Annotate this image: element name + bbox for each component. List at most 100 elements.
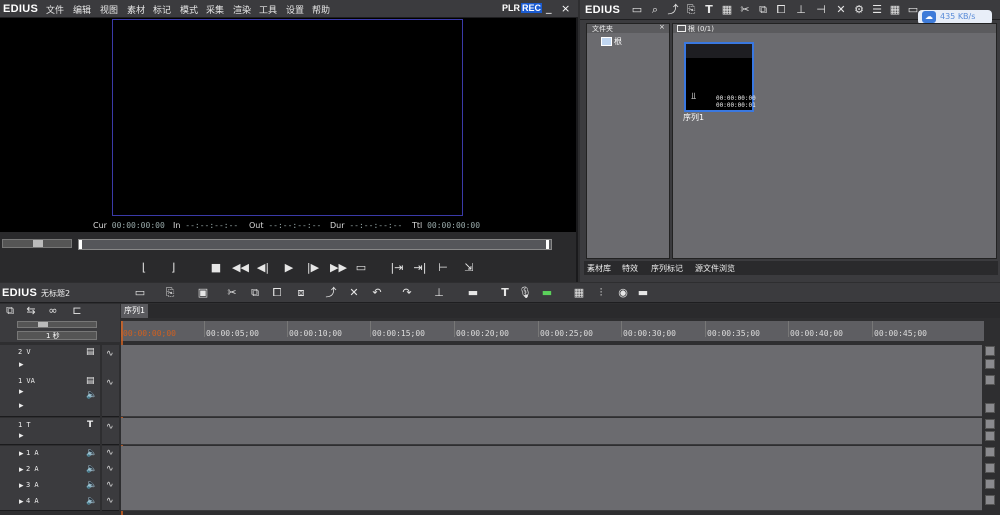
render-icon[interactable]: ▬	[540, 286, 554, 300]
track-1a[interactable]	[121, 446, 982, 463]
minimize-button[interactable]: _	[546, 1, 552, 14]
open-clip-icon[interactable]: ⎘	[684, 3, 698, 17]
search-icon[interactable]: ⌕	[648, 3, 662, 17]
menu-capture[interactable]: 采集	[206, 3, 224, 16]
overwrite-icon[interactable]: ⇥|	[413, 261, 427, 275]
sync-lock-3a[interactable]: ∿	[102, 478, 119, 495]
copy-icon[interactable]: ⧉	[756, 3, 770, 17]
sync-lock-2v[interactable]: ∿	[102, 345, 119, 375]
group-icon[interactable]: ⊏	[70, 304, 84, 318]
sync-lock-1t[interactable]: ∿	[102, 418, 119, 445]
track-header-1a[interactable]: ▸ 1 A 🔈	[0, 446, 100, 463]
trim-icon[interactable]: ▬	[466, 286, 480, 300]
up-icon[interactable]: ⤴	[666, 3, 680, 17]
rewind-icon[interactable]: ◀◀	[232, 261, 249, 275]
scroll-button[interactable]	[985, 447, 995, 457]
track-3a[interactable]	[121, 478, 982, 495]
menu-edit[interactable]: 编辑	[73, 3, 91, 16]
track-4a[interactable]	[121, 494, 982, 511]
stop-icon[interactable]: ■	[209, 261, 223, 275]
track-2v[interactable]	[121, 345, 982, 375]
sequence-clip-thumbnail[interactable]: ⫫ 00:00:00:00 00:00:00:01	[684, 42, 756, 112]
scroll-button[interactable]	[985, 479, 995, 489]
tab-bin[interactable]: 素材库	[587, 263, 611, 274]
track-header-2v[interactable]: 2 V ▤ ▸	[0, 345, 100, 375]
copy-icon[interactable]: ⧉	[248, 286, 262, 300]
menu-help[interactable]: 帮助	[312, 3, 330, 16]
cut-icon[interactable]: ✂	[225, 286, 239, 300]
close-button[interactable]: ×	[561, 2, 570, 15]
monitor-icon[interactable]: ▬	[636, 286, 650, 300]
delete-icon[interactable]: ✕	[834, 3, 848, 17]
mixer-icon[interactable]: ⫶	[594, 286, 608, 300]
title-icon[interactable]: T	[498, 286, 512, 300]
expand-icon[interactable]: ▸	[19, 465, 24, 475]
menu-clip[interactable]: 素材	[127, 3, 145, 16]
scroll-button[interactable]	[985, 431, 995, 441]
undo-icon[interactable]: ↶	[370, 286, 384, 300]
timeline-ruler[interactable]: 00:00:00;00 00:00:05;00 00:00:10;00 00:0…	[121, 321, 984, 341]
title-track-icon[interactable]: T	[87, 420, 93, 430]
video-track-icon[interactable]: ▤	[86, 376, 95, 386]
title-icon[interactable]: T	[702, 3, 716, 17]
video-track-icon[interactable]: ▤	[86, 347, 95, 357]
step-forward-icon[interactable]: |▶	[306, 261, 320, 275]
color-bar-icon[interactable]: ▦	[720, 3, 734, 17]
menu-mode[interactable]: 模式	[180, 3, 198, 16]
expand-icon[interactable]: ▸	[19, 497, 24, 507]
tab-source-browser[interactable]: 源文件浏览	[695, 263, 735, 274]
menu-settings[interactable]: 设置	[286, 3, 304, 16]
add-marker-icon[interactable]: ⊥	[432, 286, 446, 300]
cut-icon[interactable]: ✂	[738, 3, 752, 17]
new-icon[interactable]: ▭	[133, 286, 147, 300]
speaker-icon[interactable]: 🔈	[86, 464, 97, 474]
sync-lock-1va[interactable]: ∿	[102, 374, 119, 417]
track-1va[interactable]	[121, 374, 982, 417]
loop-icon[interactable]: ▭	[354, 261, 368, 275]
open-project-icon[interactable]: ⎘	[163, 286, 177, 300]
sync-lock-4a[interactable]: ∿	[102, 494, 119, 511]
paste-icon[interactable]: ⧠	[774, 3, 788, 17]
track-header-1t[interactable]: 1 T T ▸	[0, 418, 100, 445]
expand-icon[interactable]: ▸	[19, 449, 24, 459]
trim-icon[interactable]: ⊣	[814, 3, 828, 17]
menu-file[interactable]: 文件	[46, 3, 64, 16]
scroll-button[interactable]	[985, 463, 995, 473]
expand-icon[interactable]: ▸	[19, 481, 24, 491]
scrubber-end-handle[interactable]	[546, 240, 549, 249]
tab-effects[interactable]: 特效	[622, 263, 638, 274]
scroll-button[interactable]	[985, 359, 995, 369]
sync-lock-2a[interactable]: ∿	[102, 462, 119, 479]
ripple-icon[interactable]: ⤴	[324, 286, 338, 300]
redo-icon[interactable]: ↷	[400, 286, 414, 300]
step-back-icon[interactable]: ◀|	[256, 261, 270, 275]
tab-sequence-markers[interactable]: 序列标记	[651, 263, 683, 274]
tab-sequence-1[interactable]: 序列1	[121, 304, 149, 318]
track-icon[interactable]: ⧉	[3, 304, 17, 318]
shuttle-bar[interactable]	[2, 239, 72, 248]
expand-icon[interactable]: ▸	[19, 401, 24, 411]
fast-forward-icon[interactable]: ▶▶	[330, 261, 347, 275]
rec-label[interactable]: REC	[521, 3, 543, 13]
timescale-control[interactable]: 1 秒	[17, 331, 97, 340]
scroll-button[interactable]	[985, 495, 995, 505]
speaker-icon[interactable]: 🔈	[86, 496, 97, 506]
track-header-2a[interactable]: ▸ 2 A 🔈	[0, 462, 100, 479]
set-in-icon[interactable]: ⌊	[137, 261, 151, 275]
set-out-icon[interactable]: ⌋	[166, 261, 180, 275]
sync-lock-1a[interactable]: ∿	[102, 446, 119, 463]
play-icon[interactable]: ▶	[282, 261, 296, 275]
speaker-icon[interactable]: 🔈	[86, 448, 97, 458]
menu-marker[interactable]: 标记	[153, 3, 171, 16]
scrubber-start-handle[interactable]	[79, 240, 82, 249]
track-header-4a[interactable]: ▸ 4 A 🔈	[0, 494, 100, 511]
expand-icon[interactable]: ▸	[19, 387, 24, 397]
track-header-1va[interactable]: 1 VA ▤ 🔈 ▸ ▸	[0, 374, 100, 417]
list-view-icon[interactable]: ☰	[870, 3, 884, 17]
folder-root-item[interactable]: 根	[601, 36, 641, 46]
insert-icon[interactable]: |⇥	[390, 261, 404, 275]
menu-view[interactable]: 视图	[100, 3, 118, 16]
folder-panel-close[interactable]: ×	[659, 23, 665, 31]
view-mode-icon[interactable]: ▦	[888, 3, 902, 17]
plr-label[interactable]: PLR	[502, 3, 520, 13]
